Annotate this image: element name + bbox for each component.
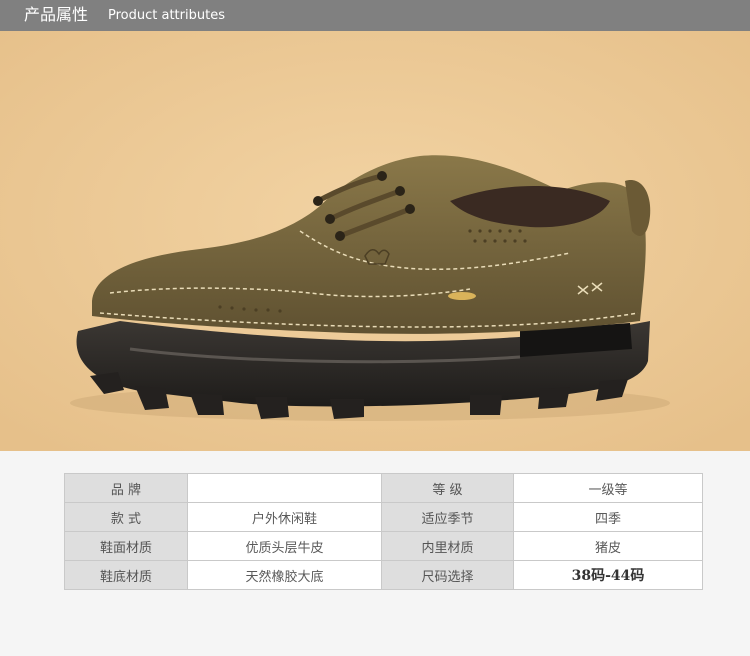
spec-label-brand: 品 牌 (64, 473, 188, 503)
spec-table: 品 牌 等 级 一级等 款 式 户外休闲鞋 适应季节 四季 鞋面材质 优质头层牛… (64, 473, 703, 590)
section-header: 产品属性 Product attributes (0, 0, 750, 31)
table-row: 品 牌 等 级 一级等 (64, 473, 703, 503)
spec-value-style: 户外休闲鞋 (187, 502, 382, 532)
spec-label-upper-material: 鞋面材质 (64, 531, 188, 561)
spec-value-sole-material: 天然橡胶大底 (187, 560, 382, 590)
spec-label-sole-material: 鞋底材质 (64, 560, 188, 590)
spec-label-season: 适应季节 (381, 502, 514, 532)
table-row: 鞋底材质 天然橡胶大底 尺码选择 38码-44码 (64, 560, 703, 590)
spec-value-season: 四季 (513, 502, 703, 532)
spec-value-brand (187, 473, 382, 503)
spec-value-upper-material: 优质头层牛皮 (187, 531, 382, 561)
spec-label-lining-material: 内里材质 (381, 531, 514, 561)
spec-label-size: 尺码选择 (381, 560, 514, 590)
product-image (0, 31, 750, 451)
section-title-en: Product attributes (108, 8, 225, 23)
spec-value-size: 38码-44码 (513, 560, 703, 590)
table-row: 鞋面材质 优质头层牛皮 内里材质 猪皮 (64, 531, 703, 561)
spec-label-grade: 等 级 (381, 473, 514, 503)
section-title-cn: 产品属性 (24, 5, 89, 24)
spec-value-lining-material: 猪皮 (513, 531, 703, 561)
shoe-icon (0, 31, 750, 451)
spec-value-grade: 一级等 (513, 473, 703, 503)
spec-label-style: 款 式 (64, 502, 188, 532)
table-row: 款 式 户外休闲鞋 适应季节 四季 (64, 502, 703, 532)
